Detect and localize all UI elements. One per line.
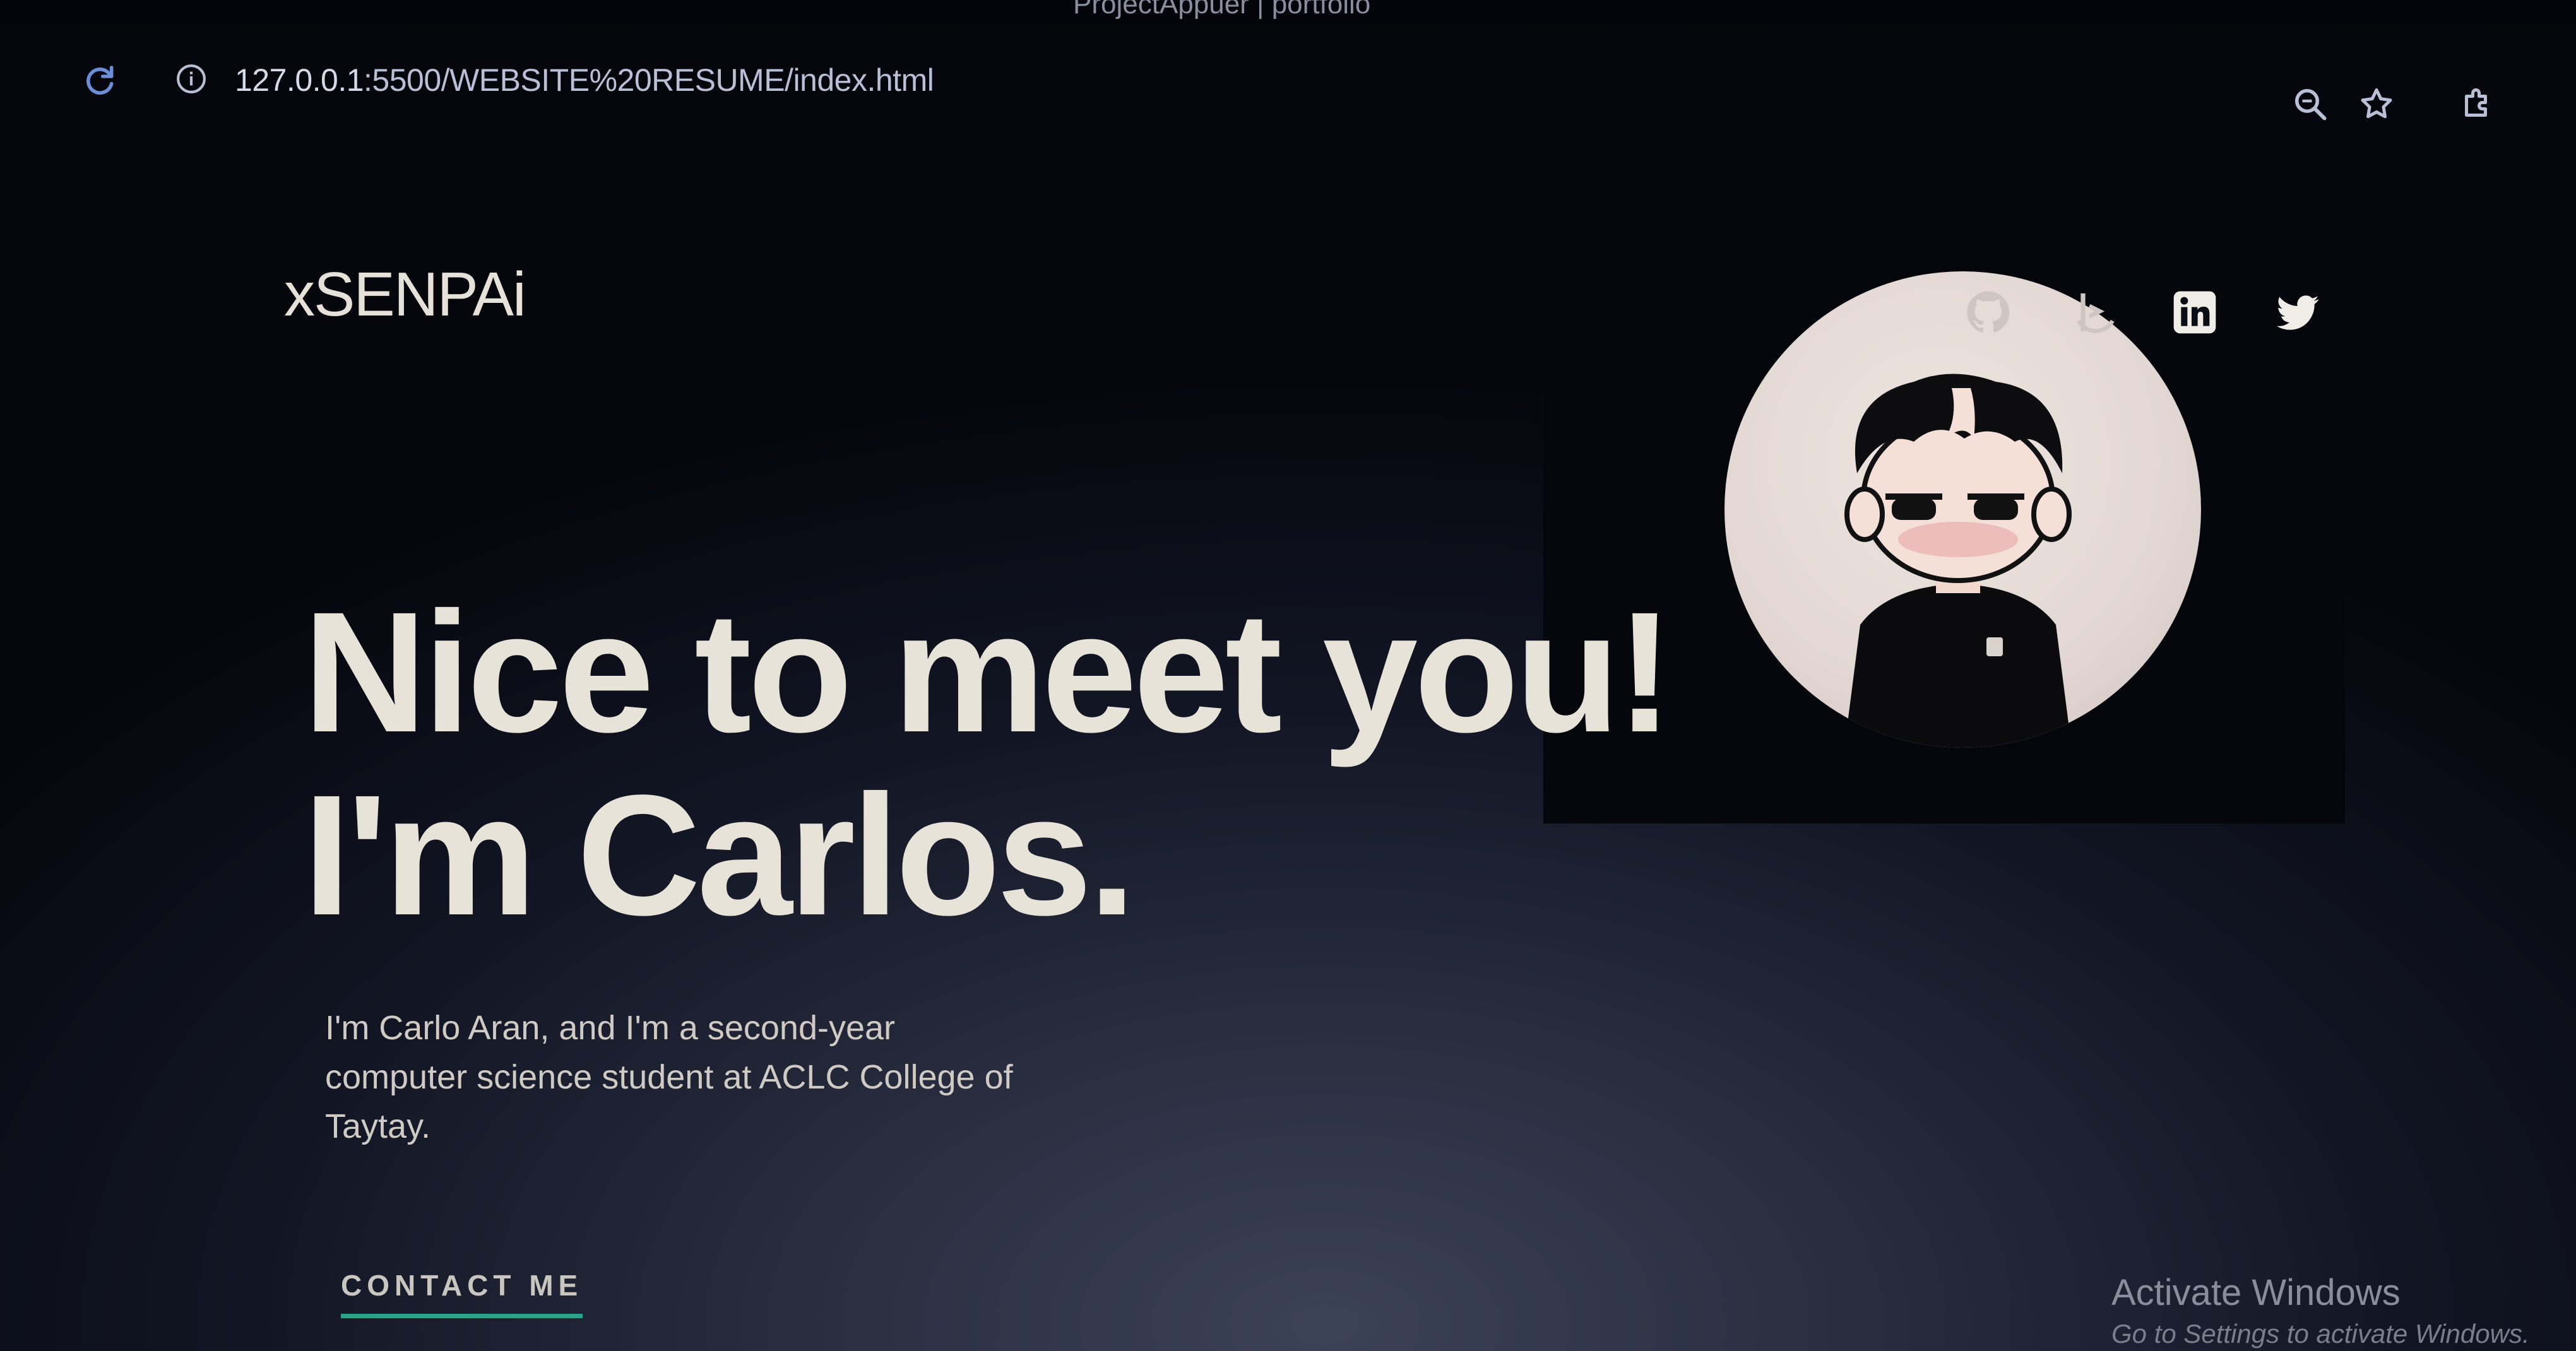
linkedin-icon[interactable] <box>2169 287 2220 338</box>
zoom-icon[interactable] <box>2291 85 2329 123</box>
url-path: :5500/WEBSITE%20RESUME/index.html <box>364 62 934 98</box>
extensions-icon[interactable] <box>2459 85 2496 123</box>
browser-tab-title[interactable]: ProjectAppuer | portfolio <box>1073 0 1370 20</box>
site-info-icon[interactable] <box>175 63 207 95</box>
twitter-icon[interactable] <box>2272 287 2323 338</box>
activate-windows-subtitle: Go to Settings to activate Windows. <box>2111 1319 2530 1348</box>
github-icon[interactable] <box>1963 287 2014 338</box>
headline-line-1: Nice to meet you! <box>303 576 1673 768</box>
url-host: 127.0.0.1 <box>235 62 364 98</box>
screen: ProjectAppuer | portfolio 127.0.0.1:5500… <box>0 0 2576 1351</box>
bookmark-star-icon[interactable] <box>2358 85 2395 123</box>
headline-line-2: I'm Carlos. <box>303 759 1136 951</box>
hero-headline: Nice to meet you! I'm Carlos. <box>303 576 1673 951</box>
avatar-illustration <box>1844 374 2072 748</box>
site-logo[interactable]: xSENPAi <box>284 259 526 330</box>
activate-windows-title: Activate Windows <box>2111 1272 2401 1313</box>
intro-paragraph: I'm Carlo Aran, and I'm a second-year co… <box>325 1009 1013 1145</box>
contact-me-button[interactable]: CONTACT ME <box>341 1268 583 1318</box>
address-bar-url[interactable]: 127.0.0.1:5500/WEBSITE%20RESUME/index.ht… <box>235 62 934 98</box>
frontend-mentor-icon[interactable] <box>2070 287 2121 338</box>
reload-icon[interactable] <box>82 63 117 98</box>
avatar <box>1724 271 2201 748</box>
